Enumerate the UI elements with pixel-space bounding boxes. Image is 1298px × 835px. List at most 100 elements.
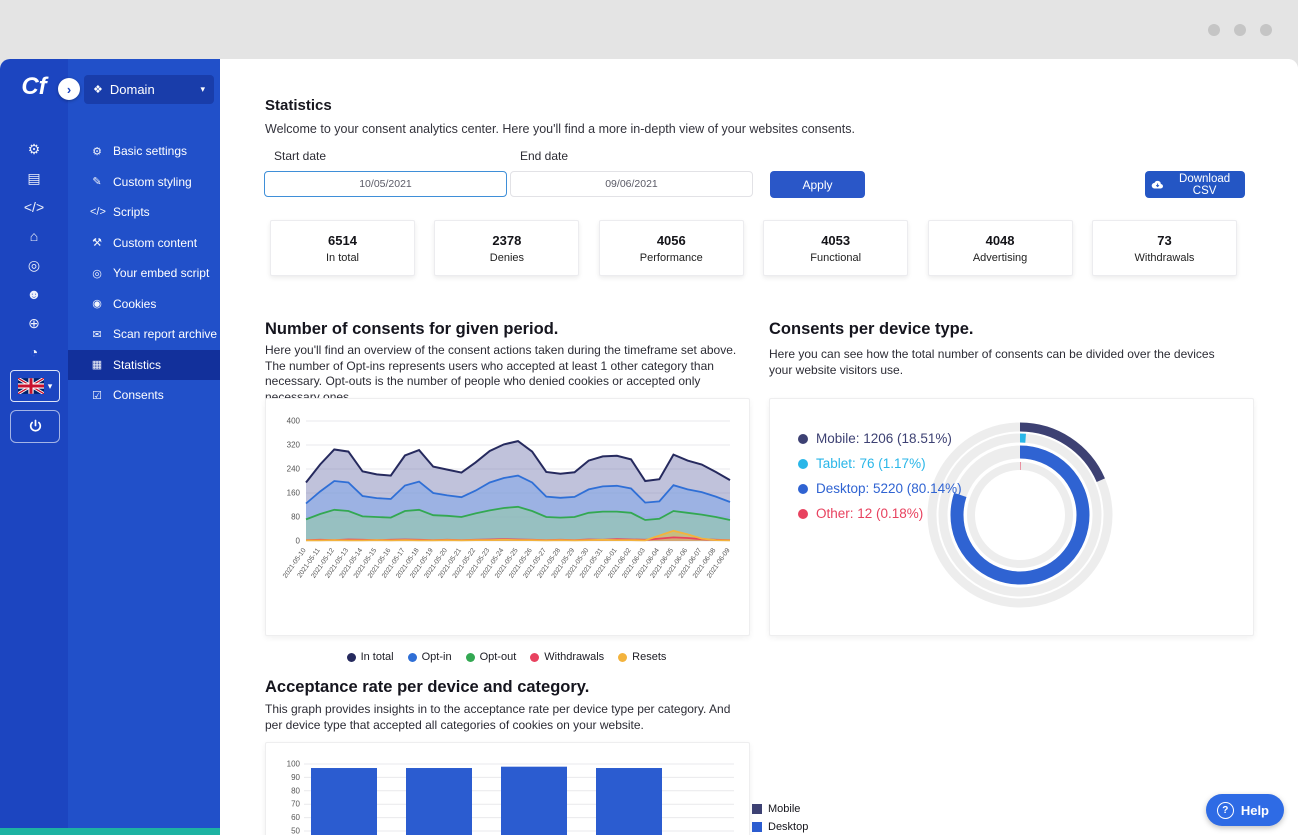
chevron-down-icon: ▾ [200, 84, 205, 95]
svg-text:400: 400 [287, 417, 301, 426]
svg-text:90: 90 [291, 773, 300, 782]
stat-card: 4053 Functional [763, 220, 908, 276]
app-window: Cf ⚙▤</>⌂◎☻⊕◔ ▾ ❖ [0, 0, 1298, 835]
help-button[interactable]: ? Help [1206, 794, 1284, 826]
legend-swatch [752, 822, 762, 832]
language-icon[interactable]: ⊕ [28, 315, 40, 331]
history-icon[interactable]: ◔ [30, 344, 38, 360]
sidebar-item-label: Custom styling [113, 175, 192, 189]
domain-label: Domain [110, 82, 194, 97]
chevron-down-icon: ▾ [48, 381, 53, 392]
sidebar-collapse-button[interactable]: › [58, 78, 80, 100]
legend-item-opt-in: Opt-in [408, 651, 452, 663]
download-csv-label: Download CSV [1170, 173, 1239, 197]
svg-text:0: 0 [296, 537, 301, 546]
bar-legend-label: Mobile [768, 803, 800, 815]
consents-section-title: Number of consents for given period. [265, 320, 558, 339]
svg-text:70: 70 [291, 800, 300, 809]
stat-card: 4056Performance [599, 220, 744, 276]
tools-icon: ⚒ [90, 236, 104, 249]
stat-label: In total [326, 252, 359, 264]
svg-text:60: 60 [291, 813, 300, 822]
devices-section-description: Here you can see how the total number of… [769, 347, 1227, 378]
device-legend-item-desktop: Desktop: 5220 (80.14%) [798, 481, 962, 496]
stat-value: 4048 [986, 233, 1015, 248]
acceptance-bar-chart: 1009080706050403020100 [272, 751, 742, 835]
language-selector[interactable]: ▾ [10, 370, 60, 402]
stat-label: Advertising [973, 252, 1027, 264]
device-donut-chart-card: Mobile: 1206 (18.51%)Tablet: 76 (1.17%)D… [769, 398, 1254, 636]
device-legend-item-mobile: Mobile: 1206 (18.51%) [798, 431, 962, 446]
sidebar-item-custom-styling[interactable]: ✎Custom styling [68, 167, 220, 198]
stat-value: 4056 [657, 233, 686, 248]
bar-chart-legend: Mobile Desktop [752, 803, 808, 833]
integrations-icon[interactable]: ⚙ [28, 141, 41, 157]
code-icon[interactable]: </> [24, 199, 44, 215]
stat-value: 4053 [821, 233, 850, 248]
legend-dot [408, 653, 417, 662]
globe-icon[interactable]: ◎ [28, 257, 40, 273]
stat-label: Denies [490, 252, 524, 264]
sidebar-bottom-strip [0, 828, 220, 835]
legend-dot [618, 653, 627, 662]
sidebar-item-basic-settings[interactable]: ⚙Basic settings [68, 136, 220, 167]
bar-legend-label: Desktop [768, 821, 808, 833]
stat-value: 6514 [328, 233, 357, 248]
device-legend-label: Other: 12 (0.18%) [816, 506, 923, 521]
start-date-input[interactable] [264, 171, 507, 197]
end-date-label: End date [520, 149, 568, 163]
sidebar-item-scripts[interactable]: </>Scripts [68, 197, 220, 228]
end-date-input[interactable] [510, 171, 753, 197]
download-csv-button[interactable]: Download CSV [1145, 171, 1245, 198]
embed-icon: ◎ [90, 267, 104, 280]
svg-text:80: 80 [291, 513, 300, 522]
acceptance-section-description: This graph provides insights in to the a… [265, 702, 751, 733]
scripts-icon: </> [90, 206, 104, 218]
sidebar-item-label: Consents [113, 388, 164, 402]
stat-label: Withdrawals [1135, 252, 1195, 264]
sidebar-item-scan-report-archive[interactable]: ✉Scan report archive [68, 319, 220, 350]
stat-card: 4048 Advertising [928, 220, 1073, 276]
users-icon[interactable]: ☻ [27, 286, 42, 302]
window-control-dot[interactable] [1260, 24, 1272, 36]
svg-text:100: 100 [287, 760, 301, 769]
sidebar-menu: ⚙Basic settings✎Custom styling</>Scripts… [68, 136, 220, 411]
devices-section-title: Consents per device type. [769, 320, 974, 339]
legend-dot [798, 459, 808, 469]
uk-flag-icon [18, 378, 44, 394]
svg-text:320: 320 [287, 441, 301, 450]
app-panel: Cf ⚙▤</>⌂◎☻⊕◔ ▾ ❖ [0, 59, 1298, 835]
stat-card: 6514 In total [270, 220, 415, 276]
legend-swatch [752, 804, 762, 814]
apply-button[interactable]: Apply [770, 171, 865, 198]
device-legend-label: Mobile: 1206 (18.51%) [816, 431, 952, 446]
consents-section-description: Here you'll find an overview of the cons… [265, 343, 747, 405]
sidebar-item-cookies[interactable]: ◉Cookies [68, 289, 220, 320]
device-legend: Mobile: 1206 (18.51%)Tablet: 76 (1.17%)D… [798, 431, 962, 521]
bar-legend-item-desktop: Desktop [752, 821, 808, 833]
sidebar-item-consents[interactable]: ☑ Consents [68, 380, 220, 411]
svg-text:160: 160 [287, 489, 301, 498]
sidebar-item-statistics[interactable]: ▦Statistics [68, 350, 220, 381]
archive-icon[interactable]: ▤ [27, 170, 40, 186]
bar-legend-item-mobile: Mobile [752, 803, 808, 815]
stat-label: Functional [810, 252, 861, 264]
legend-dot [347, 653, 356, 662]
question-icon: ? [1217, 802, 1234, 819]
page-subtitle: Welcome to your consent analytics center… [265, 122, 855, 136]
consents-icon: ☑ [90, 389, 104, 402]
acceptance-section-title: Acceptance rate per device and category. [265, 678, 589, 697]
window-control-dot[interactable] [1208, 24, 1220, 36]
shop-icon[interactable]: ⌂ [30, 228, 38, 244]
sidebar-item-label: Custom content [113, 236, 197, 250]
report-archive-icon: ✉ [90, 328, 104, 341]
domain-dropdown[interactable]: ❖ Domain ▾ [84, 75, 214, 104]
consents-line-chart: 0801602403204002021-05-102021-05-112021-… [272, 413, 742, 623]
sidebar-item-your-embed-script[interactable]: ◎ Your embed script [68, 258, 220, 289]
window-control-dot[interactable] [1234, 24, 1246, 36]
legend-item-resets: Resets [618, 651, 666, 663]
sidebar-item-label: Your embed script [113, 266, 209, 280]
sidebar-item-custom-content[interactable]: ⚒ Custom content [68, 228, 220, 259]
logout-button[interactable] [10, 410, 60, 443]
sidebar-item-label: Cookies [113, 297, 156, 311]
